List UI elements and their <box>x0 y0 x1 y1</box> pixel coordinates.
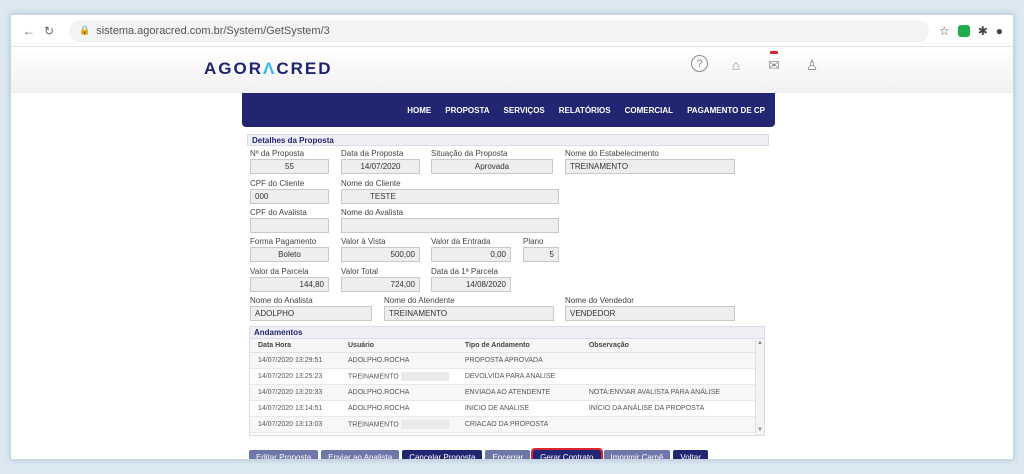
field-nome-cliente: TESTE <box>341 189 559 204</box>
back-arrow-icon[interactable]: ← <box>21 24 37 38</box>
cancel-proposal-button[interactable]: Cancelar Proposta <box>402 450 483 459</box>
label-valor-vista: Valor à Vista <box>341 237 386 246</box>
label-valor-total: Valor Total <box>341 267 379 276</box>
field-cpf-cliente: 000 <box>250 189 329 204</box>
field-nome-avalista <box>341 218 559 233</box>
site-header: AGORΛCRED ? ⌂ ✉ ♙ <box>11 47 1013 93</box>
label-plano: Plano <box>523 237 544 246</box>
label-valor-parcela: Valor da Parcela <box>250 267 309 276</box>
edit-proposal-button[interactable]: Editar Proposta <box>249 450 319 459</box>
extension-green-icon[interactable] <box>957 24 970 37</box>
label-valor-entrada: Valor da Entrada <box>431 237 491 246</box>
field-valor-vista: 500,00 <box>341 247 420 262</box>
field-valor-parcela: 144,80 <box>250 277 329 292</box>
address-bar[interactable]: 🔒 sistema.agoracred.com.br/System/GetSys… <box>69 19 929 42</box>
nav-pagamento-cp[interactable]: PAGAMENTO DE CP <box>687 106 765 115</box>
scroll-up-icon[interactable]: ▲ <box>756 340 764 346</box>
table-row: 14/07/2020 13:29:51 ADOLPHO.ROCHA PROPOS… <box>250 352 764 369</box>
browser-toolbar: ← ↻ 🔒 sistema.agoracred.com.br/System/Ge… <box>11 15 1013 47</box>
redacted-block <box>400 419 449 429</box>
nav-servicos[interactable]: SERVIÇOS <box>504 106 545 115</box>
url-text: sistema.agoracred.com.br/System/GetSyste… <box>96 24 330 37</box>
andamentos-title: Andamentos <box>250 327 764 339</box>
field-plano: 5 <box>523 247 559 262</box>
table-scrollbar[interactable]: ▲ ▼ <box>755 340 764 435</box>
label-analista: Nome do Analista <box>250 296 313 305</box>
label-vendedor: Nome do Vendedor <box>565 296 634 305</box>
action-buttons: Editar Proposta Enviar ao Analista Cance… <box>249 448 708 459</box>
main-nav: HOME PROPOSTA SERVIÇOS RELATÓRIOS COMERC… <box>242 93 775 127</box>
field-vendedor: VENDEDOR <box>565 306 735 321</box>
close-proposal-button[interactable]: Encerrar <box>485 450 531 459</box>
nav-home[interactable]: HOME <box>407 106 431 115</box>
proposal-panel: Detalhes da Proposta Nº da Proposta 55 D… <box>247 134 769 459</box>
field-atendente: TREINAMENTO <box>384 306 554 321</box>
field-data: 14/07/2020 <box>341 159 420 174</box>
details-section-title: Detalhes da Proposta <box>247 134 769 146</box>
generate-contract-button[interactable]: Gerar Contrato <box>531 448 603 459</box>
field-numero: 55 <box>250 159 329 174</box>
label-cpf-avalista: CPF do Avalista <box>250 208 307 217</box>
field-forma-pagamento: Boleto <box>250 247 329 262</box>
col-data-hora[interactable]: Data Hora <box>250 339 340 353</box>
andamentos-section: Andamentos Data Hora Usuário Tipo de And… <box>249 326 765 436</box>
field-situacao: Aprovada <box>431 159 553 174</box>
label-forma-pagamento: Forma Pagamento <box>250 237 317 246</box>
label-numero: Nº da Proposta <box>250 149 305 158</box>
field-valor-entrada: 0,00 <box>431 247 511 262</box>
redacted-block <box>400 371 449 381</box>
label-nome-cliente: Nome do Cliente <box>341 179 401 188</box>
profile-icon[interactable]: ● <box>996 24 1003 38</box>
table-row: 14/07/2020 13:20:33 ADOLPHO.ROCHA ENVIAD… <box>250 384 764 401</box>
label-situacao: Situação da Proposta <box>431 149 508 158</box>
table-row: 14/07/2020 13:25:23 TREINAMENTO DEVOLVID… <box>250 368 764 385</box>
label-estabelecimento: Nome do Estabelecimento <box>565 149 659 158</box>
nav-relatorios[interactable]: RELATÓRIOS <box>559 106 611 115</box>
col-observacao[interactable]: Observação <box>580 339 764 353</box>
label-atendente: Nome do Atendente <box>384 296 455 305</box>
mail-badge <box>770 51 778 54</box>
field-analista: ADOLPHO <box>250 306 372 321</box>
col-tipo[interactable]: Tipo de Andamento <box>456 339 581 353</box>
puzzle-icon[interactable]: ✱ <box>978 24 988 38</box>
reload-icon[interactable]: ↻ <box>41 24 57 38</box>
table-row: 14/07/2020 13:14:51 ADOLPHO.ROCHA INICIO… <box>250 400 764 417</box>
field-cpf-avalista <box>250 218 329 233</box>
star-icon[interactable]: ☆ <box>939 24 950 38</box>
scroll-down-icon[interactable]: ▼ <box>756 427 764 433</box>
label-cpf-cliente: CPF do Cliente <box>250 179 305 188</box>
print-booklet-button[interactable]: Imprimir Carnê <box>603 450 671 459</box>
col-usuario[interactable]: Usuário <box>340 339 457 353</box>
label-nome-avalista: Nome do Avalista <box>341 208 404 217</box>
field-data-primeira: 14/08/2020 <box>431 277 511 292</box>
nav-comercial[interactable]: COMERCIAL <box>625 106 673 115</box>
home-icon[interactable]: ⌂ <box>726 55 746 75</box>
agoracred-logo[interactable]: AGORΛCRED <box>204 59 333 79</box>
label-data: Data da Proposta <box>341 149 404 158</box>
table-row: 14/07/2020 13:13:03 TREINAMENTO CRIACAO … <box>250 416 764 433</box>
field-valor-total: 724,00 <box>341 277 420 292</box>
label-data-primeira: Data da 1ª Parcela <box>431 267 498 276</box>
mail-icon[interactable]: ✉ <box>764 51 784 75</box>
nav-proposta[interactable]: PROPOSTA <box>445 106 489 115</box>
user-icon[interactable]: ♙ <box>802 55 822 75</box>
send-to-analyst-button[interactable]: Enviar ao Analista <box>321 450 400 459</box>
back-button[interactable]: Voltar <box>673 450 708 459</box>
browser-window: ← ↻ 🔒 sistema.agoracred.com.br/System/Ge… <box>10 14 1014 460</box>
andamentos-table: Data Hora Usuário Tipo de Andamento Obse… <box>250 339 764 433</box>
lock-icon: 🔒 <box>79 25 91 35</box>
help-icon[interactable]: ? <box>691 55 708 72</box>
field-estabelecimento: TREINAMENTO <box>565 159 735 174</box>
